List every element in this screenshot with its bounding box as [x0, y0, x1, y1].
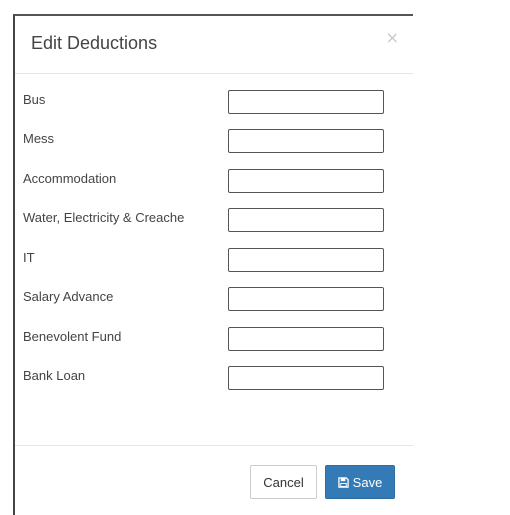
field-label-benevolent-fund: Benevolent Fund — [23, 329, 122, 344]
field-label-bank-loan: Bank Loan — [23, 368, 86, 383]
field-row-bus: Bus — [15, 85, 413, 115]
field-label-mess: Mess — [23, 131, 55, 146]
dialog-header: Edit Deductions × — [15, 16, 413, 74]
field-label-it: IT — [23, 250, 35, 265]
field-row-benevolent-fund: Benevolent Fund — [15, 322, 413, 352]
water-electricity-creache-input[interactable] — [228, 208, 384, 232]
mess-input[interactable] — [228, 129, 384, 153]
save-button-label: Save — [352, 474, 383, 490]
field-row-bank-loan: Bank Loan — [15, 361, 413, 391]
dialog-footer: Cancel Save — [15, 446, 413, 515]
field-row-water-electricity-creache: Water, Electricity & Creache — [15, 203, 413, 233]
field-label-accommodation: Accommodation — [23, 171, 117, 186]
dialog-body: Bus Mess Accommodation Water, Electricit… — [15, 74, 413, 446]
cancel-button[interactable]: Cancel — [250, 465, 317, 499]
benevolent-fund-input[interactable] — [228, 327, 384, 351]
field-label-salary-advance: Salary Advance — [23, 289, 114, 304]
cancel-button-label: Cancel — [263, 474, 304, 490]
field-label-water-electricity-creache: Water, Electricity & Creache — [23, 210, 185, 225]
floppy-disk-icon — [337, 476, 349, 488]
page: Edit Deductions × Bus Mess Accommodation… — [0, 0, 510, 515]
field-row-it: IT — [15, 243, 413, 273]
field-row-accommodation: Accommodation — [15, 164, 413, 194]
dialog-title: Edit Deductions — [31, 33, 158, 53]
save-button[interactable]: Save — [325, 465, 395, 499]
edit-deductions-dialog: Edit Deductions × Bus Mess Accommodation… — [13, 14, 413, 515]
accommodation-input[interactable] — [228, 169, 384, 193]
it-input[interactable] — [228, 248, 384, 272]
close-icon[interactable]: × — [386, 30, 399, 46]
bus-input[interactable] — [228, 90, 384, 114]
field-row-mess: Mess — [15, 124, 413, 154]
field-row-salary-advance: Salary Advance — [15, 282, 413, 312]
bank-loan-input[interactable] — [228, 366, 384, 390]
field-label-bus: Bus — [23, 92, 46, 107]
salary-advance-input[interactable] — [228, 287, 384, 311]
